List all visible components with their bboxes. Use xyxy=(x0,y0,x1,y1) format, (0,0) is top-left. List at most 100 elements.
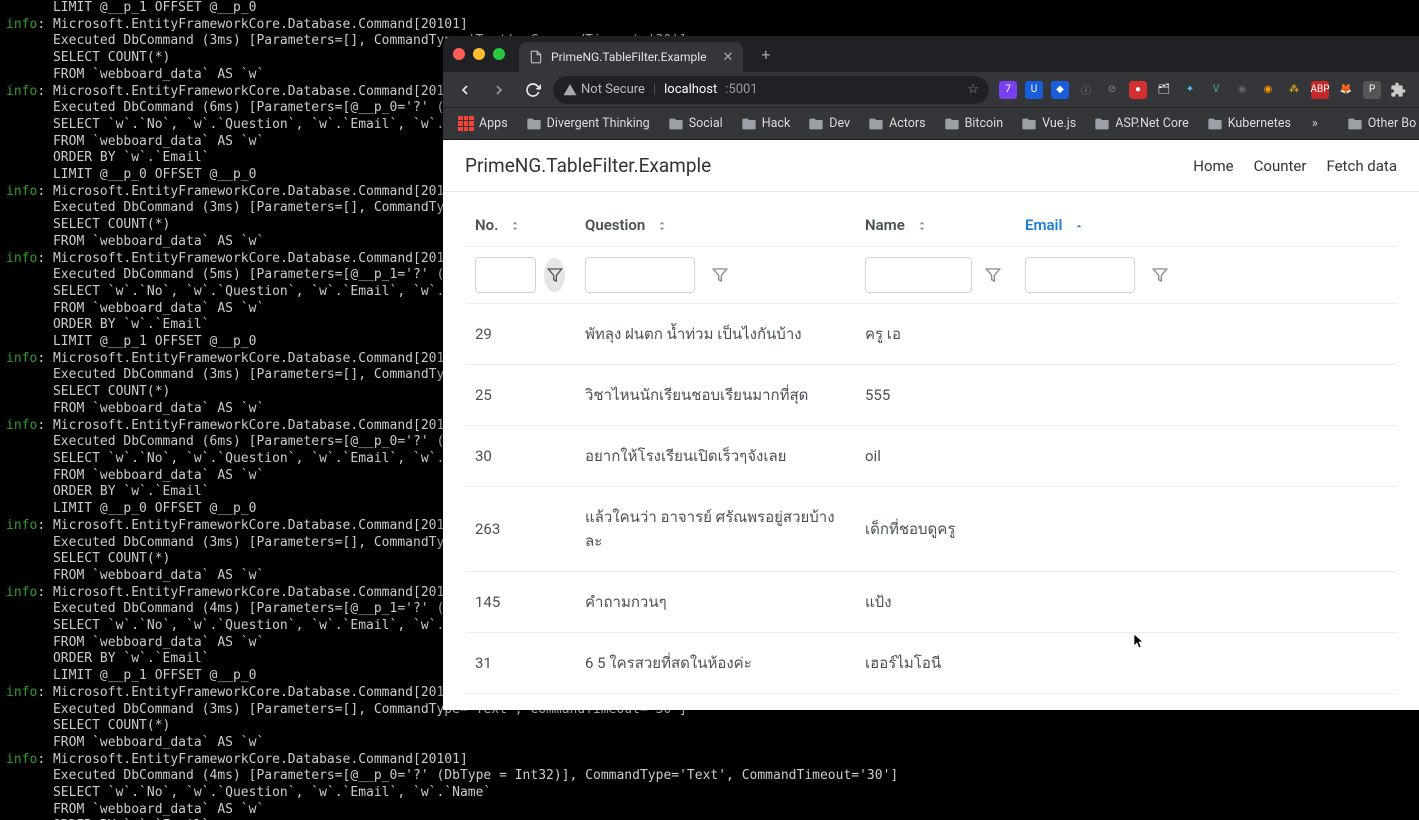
bookmark-label: Apps xyxy=(479,116,508,131)
table-row[interactable]: 316 5 ใครสวยที่สดในห้องค่ะเฮอร์ไมโอนี xyxy=(465,633,1397,694)
column-header-email[interactable]: Email xyxy=(1015,204,1397,247)
ext-icon[interactable]: V xyxy=(1207,81,1225,99)
cell-no: 25 xyxy=(465,365,575,426)
sort-icon xyxy=(508,219,522,233)
folder-icon xyxy=(526,116,542,132)
apps-icon xyxy=(458,116,474,132)
close-window-icon[interactable] xyxy=(453,48,465,60)
bookmarks-overflow-icon[interactable]: » xyxy=(1306,116,1324,131)
table-header-row: No. Question Name Email xyxy=(465,204,1397,247)
filter-input-no[interactable] xyxy=(475,257,536,293)
bookmark-folder[interactable]: Hack xyxy=(734,112,798,136)
nav-home[interactable]: Home xyxy=(1193,157,1233,175)
address-bar[interactable]: Not Secure | localhost:5001 ☆ xyxy=(553,76,989,104)
column-label: No. xyxy=(475,216,498,234)
browser-tabbar: PrimeNG.TableFilter.Example ✕ + xyxy=(443,36,1419,72)
nav-counter[interactable]: Counter xyxy=(1254,157,1307,175)
folder-icon xyxy=(944,116,960,132)
ext-icon[interactable]: 7 xyxy=(999,81,1017,99)
bookmark-folder[interactable]: Bitcoin xyxy=(937,112,1011,136)
bookmark-label: Vue.js xyxy=(1042,116,1076,131)
forward-button[interactable] xyxy=(485,76,513,104)
tab-title: PrimeNG.TableFilter.Example xyxy=(551,50,707,64)
bookmark-folder[interactable]: Social xyxy=(661,112,730,136)
bookmark-folder[interactable]: ASP.Net Core xyxy=(1087,112,1196,136)
filter-menu-button[interactable] xyxy=(980,258,1005,292)
nav-fetch-data[interactable]: Fetch data xyxy=(1326,157,1397,175)
folder-icon xyxy=(668,116,684,132)
app-brand: PrimeNG.TableFilter.Example xyxy=(465,154,711,177)
bookmark-folder[interactable]: Divergent Thinking xyxy=(519,112,657,136)
browser-tab[interactable]: PrimeNG.TableFilter.Example ✕ xyxy=(519,42,743,72)
folder-icon xyxy=(868,116,884,132)
ext-icon[interactable]: ⁂ xyxy=(1285,81,1303,99)
back-button[interactable] xyxy=(451,76,479,104)
table-row[interactable]: 30อยากให้โรงเรียนเปิดเร็วๆจังเลยoil xyxy=(465,426,1397,487)
cell-email xyxy=(1015,304,1397,365)
bookmark-folder[interactable]: Actors xyxy=(861,112,932,136)
ext-icon[interactable]: ABP xyxy=(1311,81,1329,99)
bookmark-folder[interactable]: Kubernetes xyxy=(1200,112,1298,136)
cell-name: ครู เอ xyxy=(855,304,1015,365)
maximize-window-icon[interactable] xyxy=(493,48,505,60)
filter-input-name[interactable] xyxy=(865,257,972,293)
folder-icon xyxy=(741,116,757,132)
column-header-name[interactable]: Name xyxy=(855,204,1015,247)
bookmark-label: Hack xyxy=(762,116,791,131)
security-warning: Not Secure xyxy=(563,82,645,97)
ext-icon[interactable]: 🦊 xyxy=(1337,81,1355,99)
bookmark-folder[interactable]: Vue.js xyxy=(1014,112,1083,136)
window-controls[interactable] xyxy=(453,48,505,60)
ext-icon[interactable]: ⊘ xyxy=(1103,81,1121,99)
column-header-no[interactable]: No. xyxy=(465,204,575,247)
bookmarks-bar: Apps Divergent Thinking Social Hack Dev … xyxy=(443,108,1419,140)
bookmark-label: Social xyxy=(689,116,723,131)
cell-name: เด็กที่ชอบดูครู xyxy=(855,487,1015,572)
ext-icon[interactable]: U xyxy=(1025,81,1043,99)
ext-icon[interactable]: P xyxy=(1363,81,1381,99)
filter-input-email[interactable] xyxy=(1025,257,1135,293)
mouse-cursor-icon xyxy=(1134,634,1146,650)
table-row[interactable]: 25วิชาไหนนักเรียนชอบเรียนมากที่สุด555 xyxy=(465,365,1397,426)
column-header-question[interactable]: Question xyxy=(575,204,855,247)
table-filter-row xyxy=(465,247,1397,304)
ext-icon[interactable]: ◉ xyxy=(1259,81,1277,99)
cell-no: 30 xyxy=(465,426,575,487)
page-content: PrimeNG.TableFilter.Example Home Counter… xyxy=(443,140,1419,710)
ext-icon[interactable]: ⓘ xyxy=(1077,81,1095,99)
tab-close-icon[interactable]: ✕ xyxy=(723,50,734,65)
ext-icon[interactable]: ✦ xyxy=(1181,81,1199,99)
extensions-menu-icon[interactable] xyxy=(1389,81,1407,99)
cell-no: 263 xyxy=(465,487,575,572)
ext-icon[interactable]: ◉ xyxy=(1233,81,1251,99)
ext-icon[interactable]: 🗂 xyxy=(1155,81,1173,99)
table-row[interactable]: 29พัทลุง ฝนตก น้ำท่วม เป็นไงกันบ้างครู เ… xyxy=(465,304,1397,365)
extensions-area: 7 U ◆ ⓘ ⊘ ● 🗂 ✦ V ◉ ◉ ⁂ ABP 🦊 P xyxy=(995,81,1411,99)
filter-input-question[interactable] xyxy=(585,257,695,293)
reload-button[interactable] xyxy=(519,76,547,104)
bookmark-star-icon[interactable]: ☆ xyxy=(967,82,979,97)
ext-icon[interactable]: ◆ xyxy=(1051,81,1069,99)
bookmark-label: Dev xyxy=(829,116,850,131)
app-navbar: PrimeNG.TableFilter.Example Home Counter… xyxy=(443,140,1419,192)
table-row[interactable]: 145คำถามกวนๆแป้ง xyxy=(465,572,1397,633)
filter-menu-button[interactable] xyxy=(544,258,565,292)
minimize-window-icon[interactable] xyxy=(473,48,485,60)
cell-question: อยากให้โรงเรียนเปิดเร็วๆจังเลย xyxy=(575,426,855,487)
cell-no: 31 xyxy=(465,633,575,694)
other-bookmarks[interactable]: Other Bo xyxy=(1340,112,1419,136)
table-row[interactable]: 263แล้วใคนว่า อาจารย์ ศรัณพรอยู่สวยบ้างล… xyxy=(465,487,1397,572)
cell-question: แล้วใคนว่า อาจารย์ ศรัณพรอยู่สวยบ้างละ xyxy=(575,487,855,572)
bookmark-folder[interactable]: Dev xyxy=(801,112,857,136)
cell-email xyxy=(1015,633,1397,694)
filter-menu-button[interactable] xyxy=(703,258,737,292)
ext-icon[interactable]: ● xyxy=(1129,81,1147,99)
warning-icon xyxy=(563,83,577,97)
filter-menu-button[interactable] xyxy=(1143,258,1177,292)
sort-asc-icon xyxy=(1072,219,1086,233)
new-tab-button[interactable]: + xyxy=(753,41,778,68)
cell-no: 29 xyxy=(465,304,575,365)
data-table: No. Question Name Email xyxy=(465,204,1397,694)
apps-button[interactable]: Apps xyxy=(451,112,515,136)
column-label: Name xyxy=(865,216,905,234)
